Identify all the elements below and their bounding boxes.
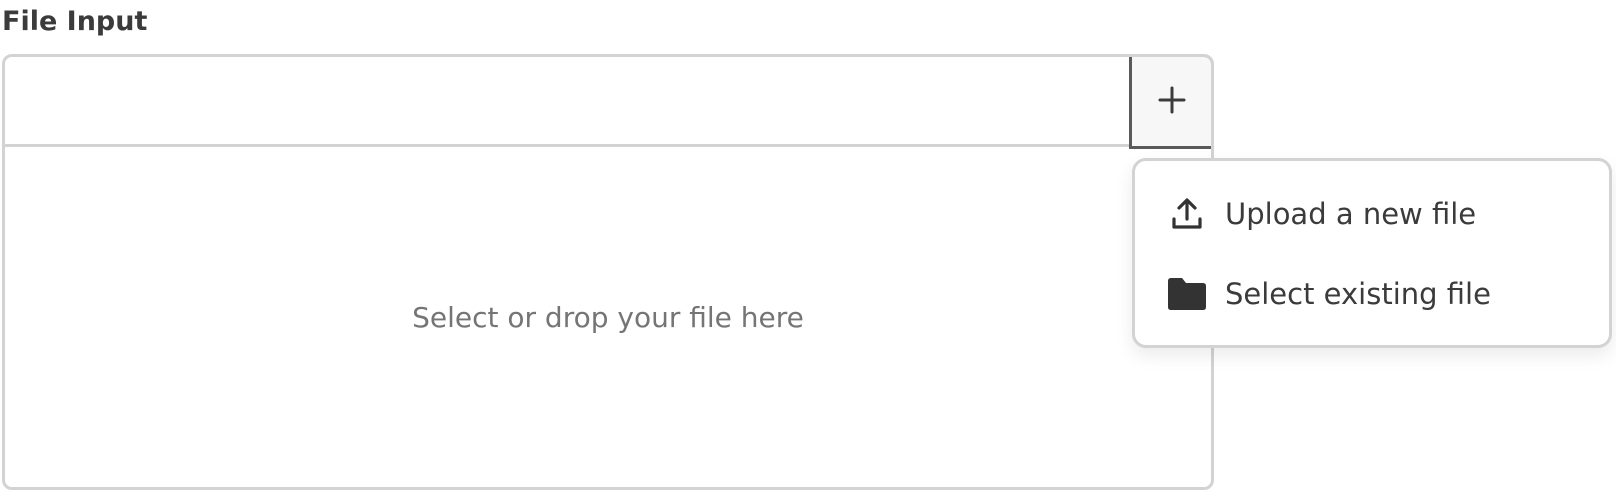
upload-icon <box>1165 192 1209 236</box>
file-input-widget: File Input Select or drop your file here <box>0 0 1616 494</box>
menu-item-label: Select existing file <box>1225 277 1491 311</box>
file-input-toolbar <box>5 57 1211 147</box>
dropzone-text: Select or drop your file here <box>412 300 804 334</box>
menu-item-label: Upload a new file <box>1225 197 1477 231</box>
plus-icon <box>1158 86 1186 117</box>
folder-icon <box>1165 272 1209 316</box>
file-dropzone[interactable]: Select or drop your file here <box>5 147 1211 487</box>
file-input-container[interactable]: Select or drop your file here <box>2 54 1214 490</box>
add-file-button[interactable] <box>1129 57 1211 149</box>
file-input-label: File Input <box>2 6 148 37</box>
menu-item-upload-new-file[interactable]: Upload a new file <box>1135 179 1609 249</box>
add-file-menu: Upload a new file Select existing file <box>1132 158 1612 348</box>
menu-item-select-existing-file[interactable]: Select existing file <box>1135 259 1609 329</box>
